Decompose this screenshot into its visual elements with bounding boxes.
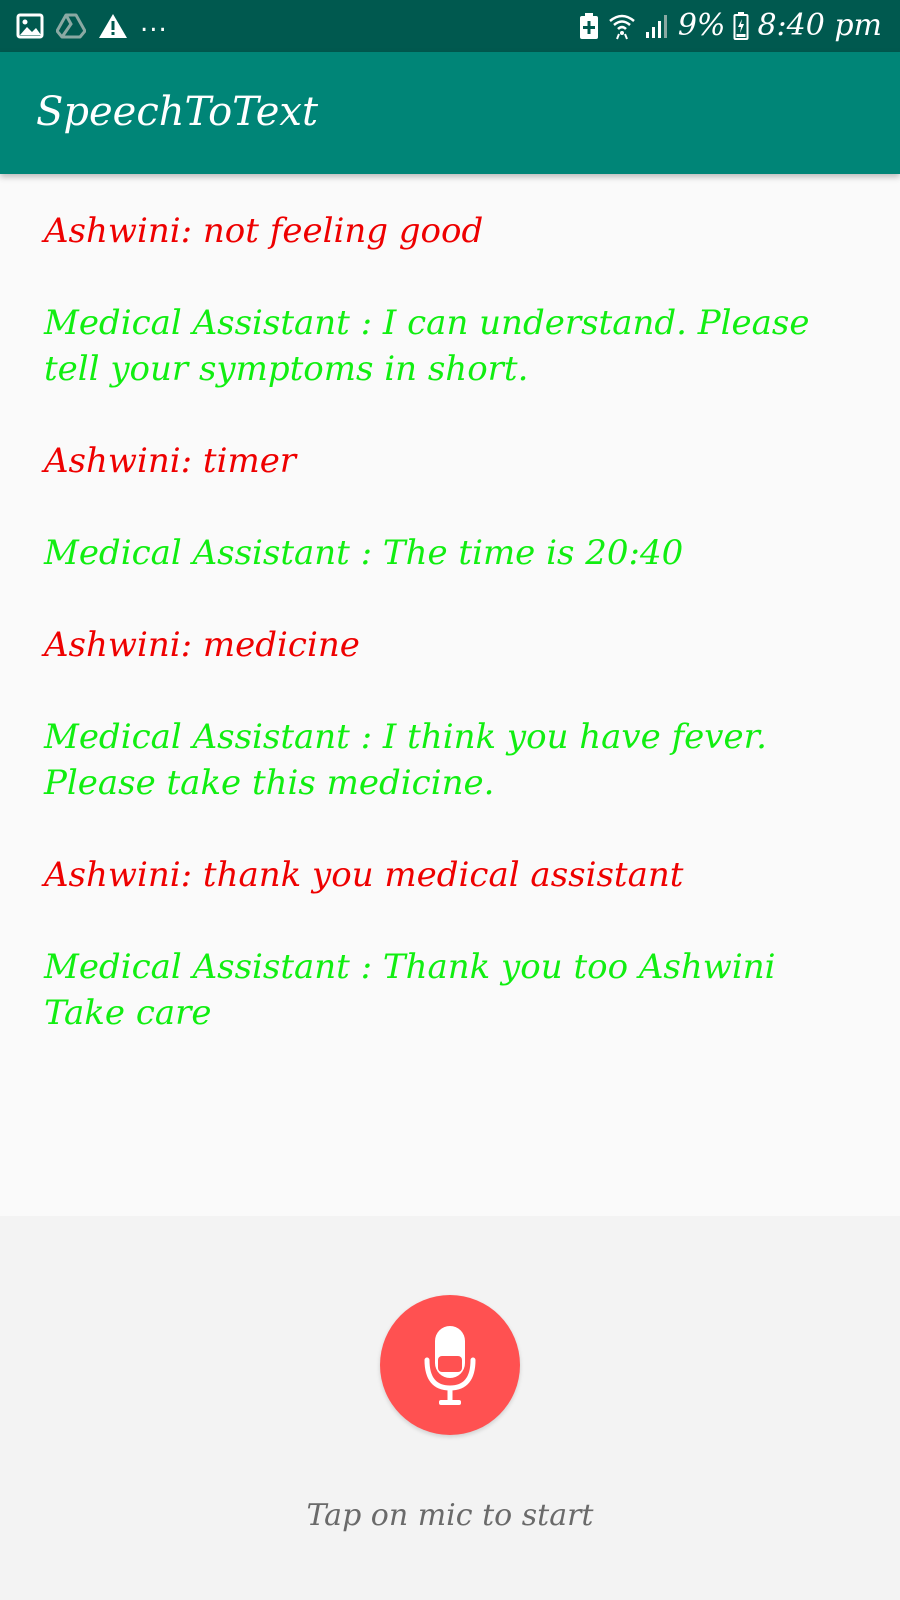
voice-input-panel: Tap on mic to start — [0, 1216, 900, 1600]
mic-hint: Tap on mic to start — [306, 1498, 594, 1533]
user-message: Ashwini: not feeling good — [44, 211, 484, 251]
chat-area[interactable]: Ashwini: not feeling good Medical Assist… — [0, 174, 900, 1216]
app-title: SpeechToText — [36, 89, 319, 135]
mic-button[interactable] — [380, 1295, 520, 1435]
assistant-message: Medical Assistant : The time is 20:40 — [44, 533, 684, 573]
status-bar: ... 9% 8:40 pm — [0, 0, 900, 52]
status-bar-notifications: ... — [16, 0, 168, 52]
assistant-message: Medical Assistant : I think you have fev… — [44, 717, 767, 803]
battery-icon — [733, 11, 749, 41]
battery-percent: 9% — [677, 8, 726, 43]
chat-list: Ashwini: not feeling good Medical Assist… — [44, 208, 864, 1082]
wifi-icon — [608, 12, 636, 40]
assistant-message: Medical Assistant : Thank you too Ashwin… — [44, 947, 776, 1033]
clock: 8:40 pm — [757, 8, 882, 43]
more-notifications-indicator: ... — [140, 8, 168, 38]
app-bar: SpeechToText — [0, 52, 900, 174]
assistant-message: Medical Assistant : I can understand. Pl… — [44, 303, 810, 389]
battery-saver-icon — [578, 12, 600, 40]
signal-icon — [644, 13, 670, 39]
microphone-icon — [419, 1320, 481, 1410]
status-bar-system: 9% 8:40 pm — [578, 0, 882, 52]
user-message: Ashwini: timer — [44, 441, 297, 481]
drive-icon — [56, 13, 86, 39]
user-message: Ashwini: medicine — [44, 625, 360, 665]
alert-icon — [98, 13, 128, 39]
user-message: Ashwini: thank you medical assistant — [44, 855, 684, 895]
image-icon — [16, 13, 44, 39]
